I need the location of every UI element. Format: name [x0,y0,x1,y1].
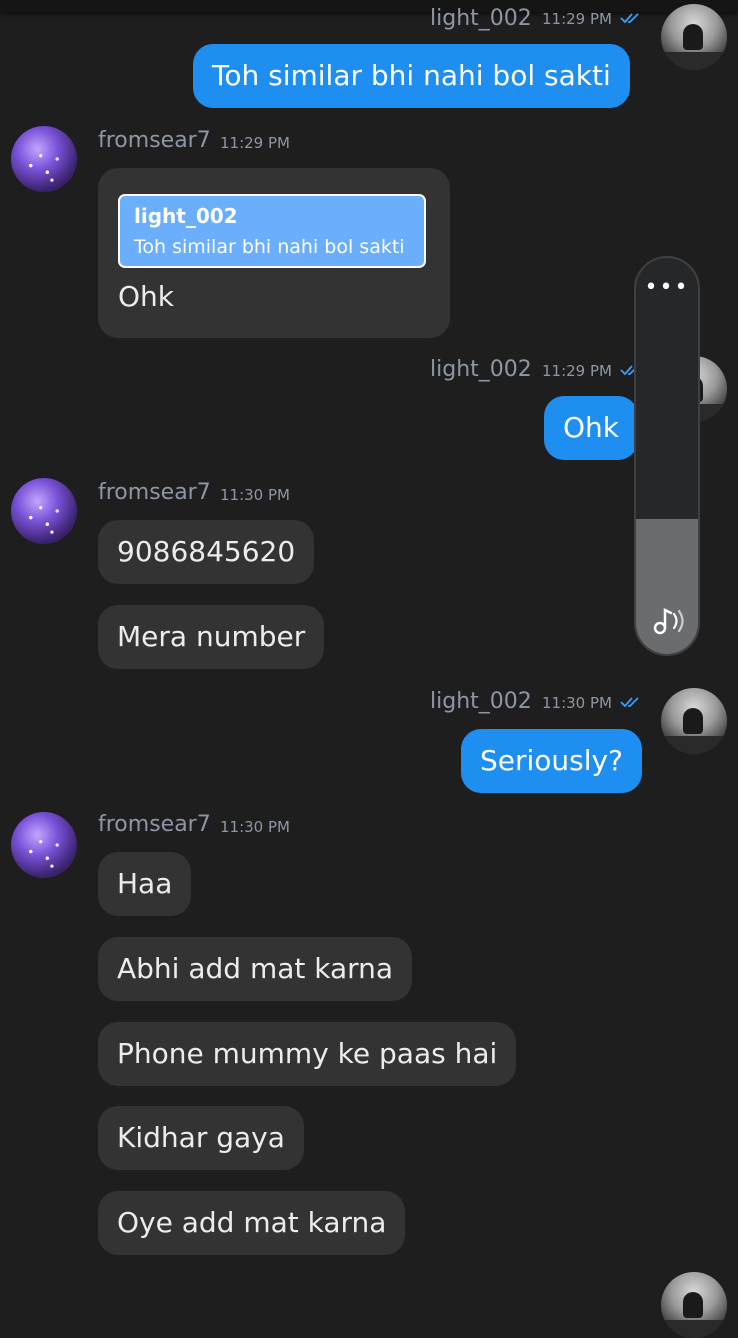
message-bubble-incoming[interactable]: Kidhar gaya [98,1106,304,1170]
more-icon[interactable]: ••• [636,277,698,299]
sender-name: fromsear7 [98,812,211,837]
quoted-sender-name: light_002 [134,204,238,228]
message-bubble-incoming[interactable]: Oye add mat karna [98,1191,406,1255]
sender-name: fromsear7 [98,480,211,505]
top-bar [0,0,738,12]
reply-text: Ohk [118,280,174,313]
avatar-light-002[interactable] [661,688,727,754]
message-bubble-outgoing[interactable]: Seriously? [461,729,642,793]
quoted-message[interactable]: light_002 Toh similar bhi nahi bol sakti [118,194,426,268]
message-bubble-incoming[interactable]: Abhi add mat karna [98,937,413,1001]
message-bubble-incoming[interactable]: Phone mummy ke paas hai [98,1022,517,1086]
sender-name: light_002 [430,689,532,714]
quoted-text: Toh similar bhi nahi bol sakti [134,236,405,258]
read-check-icon [620,13,639,24]
message-bubble-outgoing[interactable]: Ohk [544,396,638,460]
avatar-fromsear7[interactable] [11,126,77,192]
message-time: 11:29 PM [542,10,612,28]
message-time: 11:29 PM [542,362,612,380]
message-bubble-incoming[interactable]: Haa [98,852,192,916]
avatar-light-002[interactable] [661,1272,727,1338]
message-time: 11:29 PM [220,134,290,152]
volume-panel[interactable]: ••• [634,256,700,656]
reply-message-bubble[interactable]: light_002 Toh similar bhi nahi bol sakti… [98,168,450,338]
read-check-icon [620,697,639,708]
sender-name: light_002 [430,357,532,382]
avatar-fromsear7[interactable] [11,478,77,544]
sender-name: fromsear7 [98,128,211,153]
message-bubble-incoming[interactable]: 9086845620 [98,520,315,584]
sender-name: light_002 [430,6,532,31]
message-time: 11:30 PM [220,818,290,836]
message-bubble-outgoing[interactable]: Toh similar bhi nahi bol sakti [193,44,630,108]
message-time: 11:30 PM [542,694,612,712]
avatar-light-002[interactable] [661,4,727,70]
avatar-fromsear7[interactable] [11,812,77,878]
message-bubble-incoming[interactable]: Mera number [98,605,325,669]
music-volume-icon [653,607,684,635]
message-time: 11:30 PM [220,486,290,504]
